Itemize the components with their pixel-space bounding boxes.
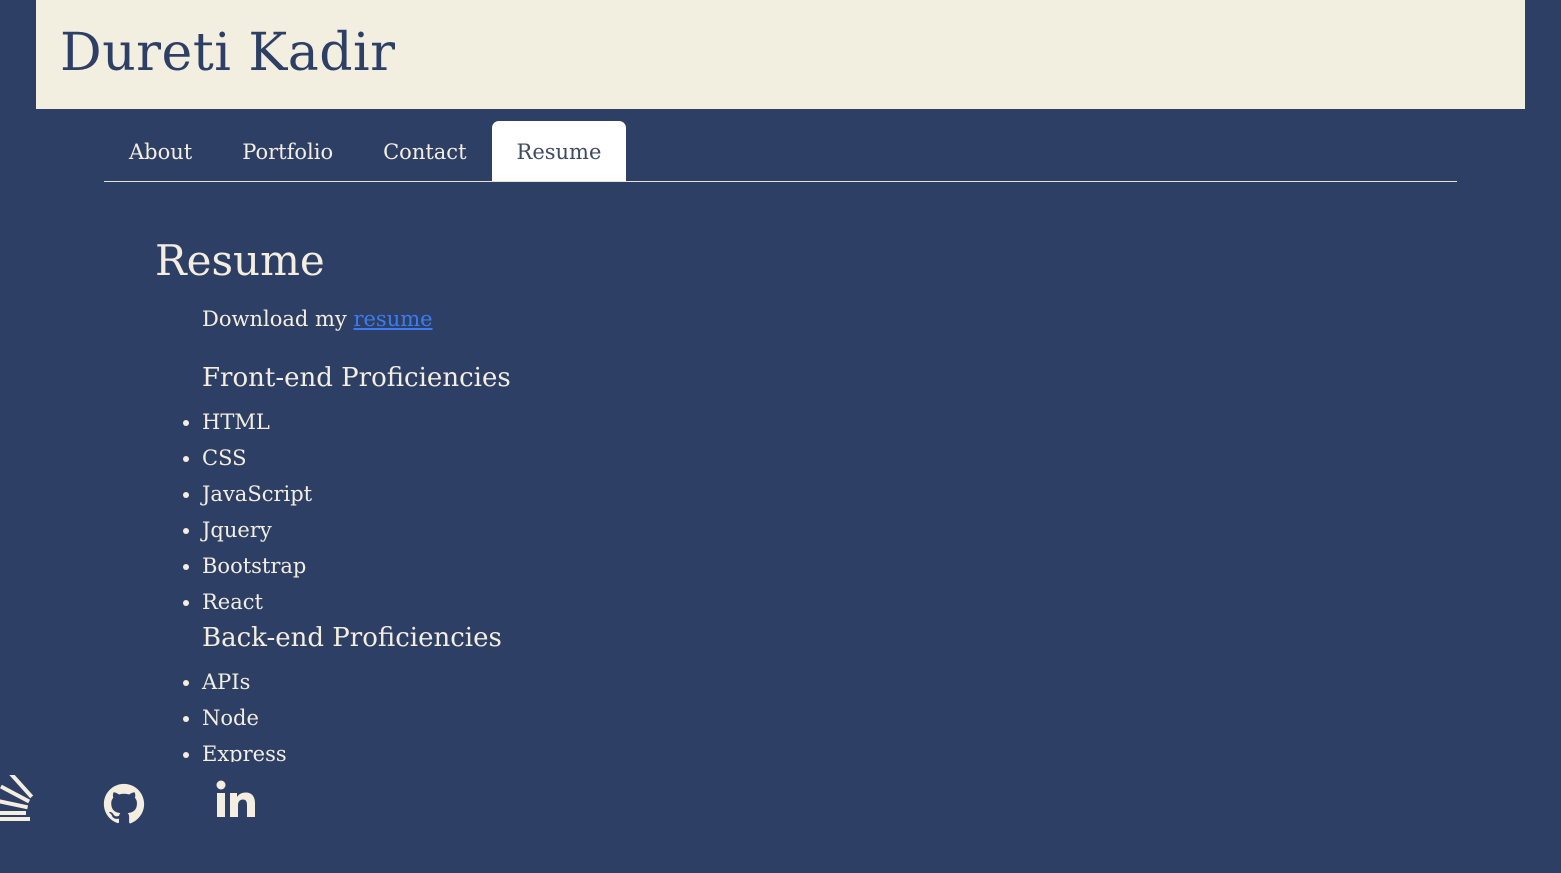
list-item: Express: [202, 736, 1355, 762]
resume-section: Resume Download my resume Front-end Prof…: [155, 232, 1355, 762]
backend-heading: Back-end Proficiencies: [202, 623, 502, 653]
list-item: CSS: [202, 440, 1355, 476]
tab-resume[interactable]: Resume: [491, 121, 627, 181]
list-item: Node: [202, 700, 1355, 736]
list-item: Bootstrap: [202, 548, 1355, 584]
frontend-skill-list: HTML CSS JavaScript Jquery Bootstrap Rea…: [155, 404, 1355, 620]
main-nav: About Portfolio Contact Resume: [104, 121, 1457, 182]
list-item: JavaScript: [202, 476, 1355, 512]
frontend-heading: Front-end Proficiencies: [202, 363, 511, 393]
linkedin-icon[interactable]: [215, 775, 261, 825]
tab-portfolio[interactable]: Portfolio: [217, 121, 358, 181]
list-item: HTML: [202, 404, 1355, 440]
github-icon[interactable]: [103, 775, 149, 825]
download-prefix: Download my: [202, 307, 347, 331]
resume-download-link[interactable]: resume: [353, 307, 432, 331]
backend-skill-list: APIs Node Express: [155, 664, 1355, 762]
social-links: [0, 775, 300, 825]
page-title: Resume: [155, 236, 325, 285]
stackoverflow-icon[interactable]: [0, 775, 40, 825]
list-item: Jquery: [202, 512, 1355, 548]
site-header: Dureti Kadir: [36, 0, 1525, 109]
nav-tabs: About Portfolio Contact Resume: [104, 121, 1457, 181]
list-item: APIs: [202, 664, 1355, 700]
tab-contact[interactable]: Contact: [358, 121, 491, 181]
list-item: React: [202, 584, 1355, 620]
tab-about[interactable]: About: [104, 121, 217, 181]
download-line: Download my resume: [202, 304, 1355, 334]
site-title: Dureti Kadir: [60, 23, 396, 83]
